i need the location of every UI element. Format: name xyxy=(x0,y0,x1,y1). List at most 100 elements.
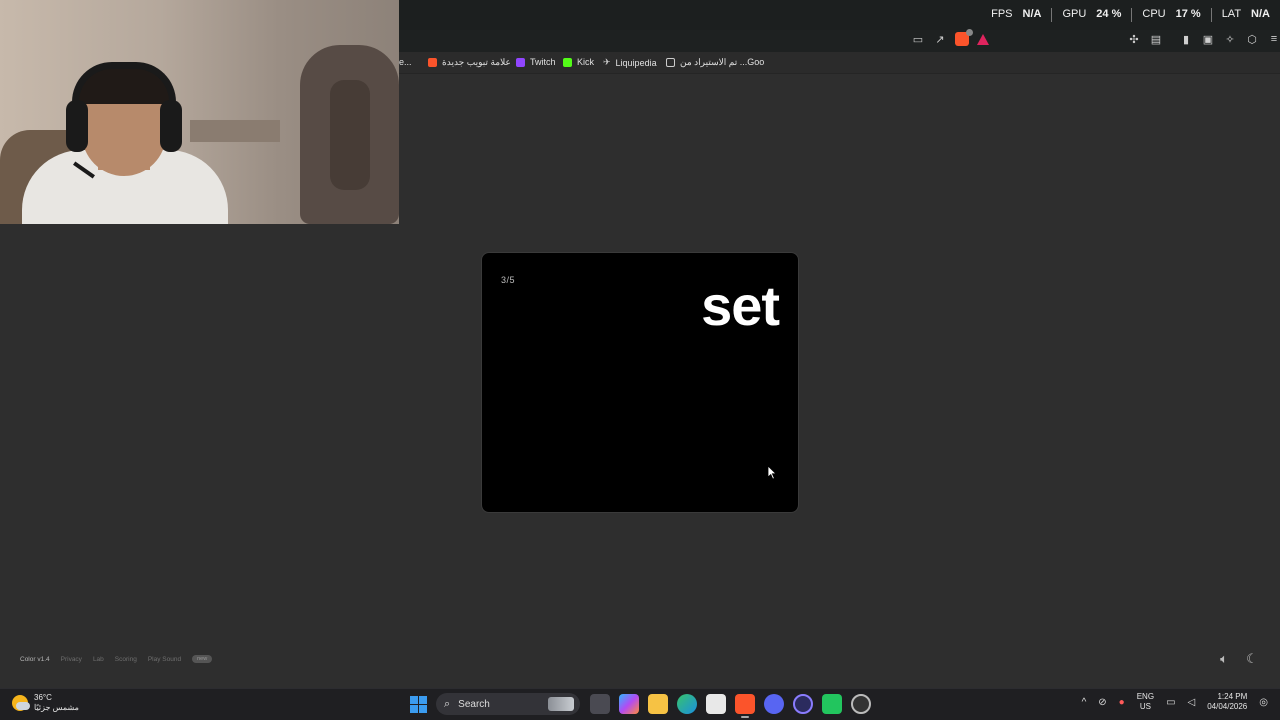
dark-mode-icon[interactable]: ☾ xyxy=(1244,651,1260,667)
gpu-value: 24 % xyxy=(1096,8,1122,20)
divider xyxy=(1051,8,1053,22)
cpu-value: 17 % xyxy=(1175,8,1201,20)
microphone-icon[interactable]: ● xyxy=(1119,697,1125,708)
headset-right-cup xyxy=(160,100,182,152)
lat-value: N/A xyxy=(1251,8,1270,20)
windows-logo-icon xyxy=(410,696,418,704)
vpn-icon[interactable]: ⬡ xyxy=(1245,32,1259,46)
start-button[interactable] xyxy=(410,696,427,713)
footer-controls: 🔈︎ ☾ xyxy=(1216,651,1260,667)
leo-ai-icon[interactable]: ✧ xyxy=(1223,32,1237,46)
bookmark-folder[interactable]: تم الاستيراد من ...Goo xyxy=(666,57,764,68)
webcam-shelf xyxy=(190,120,280,142)
brave-icon xyxy=(428,58,437,67)
lab-link[interactable]: Lab xyxy=(93,656,104,663)
gpu-label: GPU xyxy=(1062,8,1087,20)
twitch-icon xyxy=(516,57,525,67)
edge-icon[interactable] xyxy=(677,694,697,714)
bookmark-label: Liquipedia xyxy=(615,57,657,68)
app-ring-icon[interactable] xyxy=(793,694,813,714)
file-explorer-icon[interactable] xyxy=(648,694,668,714)
clock-date: 04/04/2026 xyxy=(1207,702,1248,711)
version-label: Color v1.4 xyxy=(20,655,50,663)
bookmark-item[interactable]: e... xyxy=(399,57,412,67)
search-highlight-image xyxy=(548,697,574,711)
notification-center-icon[interactable]: ◎ xyxy=(1259,697,1268,708)
word-card[interactable]: 3/5 set xyxy=(481,252,799,513)
partly-sunny-icon xyxy=(12,695,30,711)
weather-text: 36°C مشمس جزئيًا xyxy=(34,693,79,713)
progress-counter: 3/5 xyxy=(501,275,516,285)
language-code: ENG xyxy=(1136,692,1155,701)
fps-value: N/A xyxy=(1022,8,1042,20)
brave-browser-icon[interactable] xyxy=(735,694,755,718)
windows-logo-icon xyxy=(419,705,427,713)
keyboard-layout: US xyxy=(1139,702,1151,711)
brave-shields-icon[interactable] xyxy=(955,29,973,46)
play-sound-link[interactable]: Play Sound xyxy=(148,656,181,663)
sidebar-icon[interactable]: ▮ xyxy=(1179,32,1193,46)
performance-overlay: FPS N/A GPU 24 % CPU 17 % LAT N/A xyxy=(991,8,1270,22)
microsoft-store-icon[interactable] xyxy=(706,694,726,714)
volume-icon[interactable]: ◁ xyxy=(1188,697,1196,708)
screen: FPS N/A GPU 24 % CPU 17 % LAT N/A ▭ ↗ ✣ … xyxy=(0,0,1280,720)
bookmark-item[interactable]: ✈ Liquipedia xyxy=(603,57,657,68)
bookmark-label: Twitch xyxy=(530,57,556,67)
page-footer: Color v1.4 Privacy Lab Scoring Play Soun… xyxy=(20,655,213,663)
liquipedia-icon: ✈ xyxy=(603,57,611,67)
fps-label: FPS xyxy=(991,8,1013,20)
bookmark-item[interactable]: علامة تبويب جديدة xyxy=(428,57,511,68)
wallet-icon[interactable]: ▣ xyxy=(1201,32,1215,46)
folder-icon xyxy=(666,58,675,67)
m365-copilot-icon[interactable] xyxy=(619,694,639,714)
notifications-off-icon[interactable]: ⊘ xyxy=(1098,697,1106,708)
whatsapp-icon[interactable] xyxy=(822,694,842,714)
bookmark-label: e... xyxy=(399,57,412,67)
cast-icon[interactable]: ▭ xyxy=(911,32,925,46)
taskbar-apps xyxy=(590,694,871,718)
tray-chevron-icon[interactable]: ^ xyxy=(1082,697,1087,708)
sound-toggle-icon[interactable]: 🔈︎ xyxy=(1216,651,1232,667)
taskbar-search[interactable]: ⌕ Search xyxy=(436,693,580,715)
webcam-overlay xyxy=(0,0,399,224)
headset-left-cup xyxy=(66,100,88,152)
bookmark-item[interactable]: Twitch xyxy=(516,57,556,67)
language-indicator[interactable]: ENG US xyxy=(1137,692,1154,712)
bookmark-label: تم الاستيراد من ...Goo xyxy=(680,57,765,67)
windows-logo-icon xyxy=(410,705,418,713)
extensions-icon[interactable]: ✣ xyxy=(1127,32,1141,46)
lat-label: LAT xyxy=(1221,8,1242,20)
reading-list-icon[interactable]: ▤ xyxy=(1149,32,1163,46)
system-tray: ^ ⊘ ● ENG US ▭ ◁ 1:24 PM 04/04/2026 ◎ xyxy=(1082,692,1268,712)
discord-icon[interactable] xyxy=(764,694,784,714)
search-placeholder: Search xyxy=(458,698,490,710)
bookmark-label: Kick xyxy=(577,57,595,67)
windows-logo-icon xyxy=(419,696,427,704)
bookmark-item[interactable]: Kick xyxy=(563,57,594,67)
network-icon[interactable]: ▭ xyxy=(1166,697,1175,708)
toolbar-icons-left: ▭ ↗ xyxy=(911,29,989,46)
kick-icon xyxy=(563,57,572,67)
scoring-link[interactable]: Scoring xyxy=(115,656,137,663)
toolbar-icons-right: ✣ ▤ ▮ ▣ ✧ ⬡ ≡ xyxy=(1127,32,1280,46)
card-word: set xyxy=(701,274,780,337)
clock[interactable]: 1:24 PM 04/04/2026 xyxy=(1207,692,1247,712)
new-badge: new xyxy=(192,655,213,663)
menu-icon[interactable]: ≡ xyxy=(1267,32,1280,46)
weather-description: مشمس جزئيًا xyxy=(34,703,79,712)
weather-widget[interactable]: 36°C مشمس جزئيًا xyxy=(12,693,79,713)
search-icon: ⌕ xyxy=(444,697,451,710)
share-icon[interactable]: ↗ xyxy=(933,32,947,46)
cpu-label: CPU xyxy=(1142,8,1166,20)
divider xyxy=(1210,8,1212,22)
task-view-icon[interactable] xyxy=(590,694,610,714)
brave-rewards-icon[interactable] xyxy=(977,33,989,45)
webcam-chair-back xyxy=(330,80,370,190)
weather-temperature: 36°C xyxy=(34,693,52,702)
divider xyxy=(1131,8,1133,22)
mouse-cursor-icon xyxy=(767,465,777,480)
privacy-link[interactable]: Privacy xyxy=(61,656,82,663)
settings-icon[interactable] xyxy=(851,694,871,714)
bookmark-label: علامة تبويب جديدة xyxy=(442,57,511,67)
clock-time: 1:24 PM xyxy=(1217,692,1248,701)
